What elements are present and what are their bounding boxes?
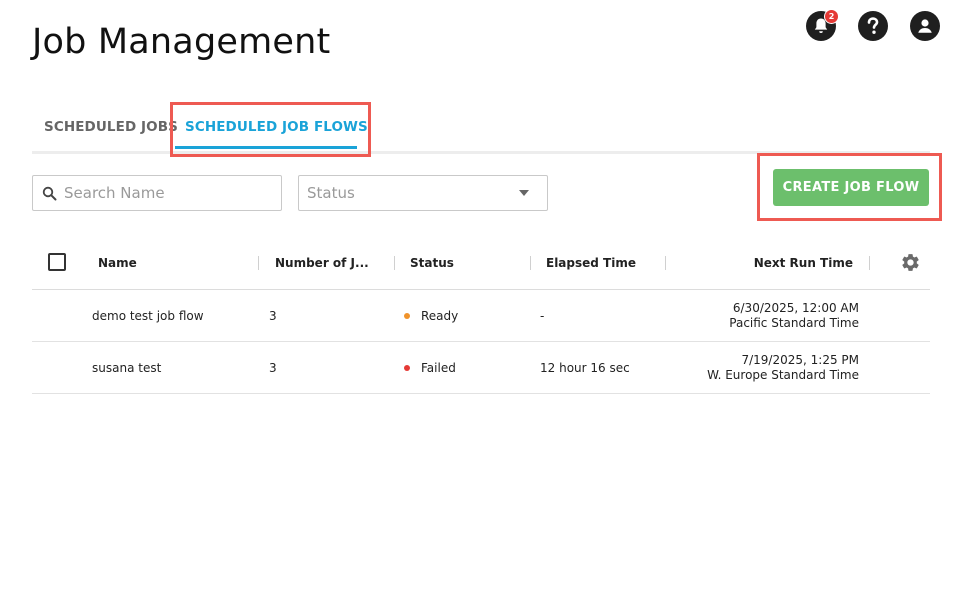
chevron-down-icon <box>519 190 529 196</box>
select-all-checkbox[interactable] <box>48 253 66 271</box>
column-header-elapsed-time[interactable]: Elapsed Time <box>546 236 636 290</box>
cell-name[interactable]: susana test <box>92 342 161 394</box>
bell-icon[interactable]: 2 <box>806 9 839 41</box>
gear-icon[interactable] <box>900 252 921 273</box>
column-header-next-run-time[interactable]: Next Run Time <box>754 236 853 290</box>
cell-next-run-time: 7/19/2025, 1:25 PM W. Europe Standard Ti… <box>707 342 859 394</box>
column-header-status[interactable]: Status <box>410 236 454 290</box>
cell-elapsed-time: 12 hour 16 sec <box>540 361 630 375</box>
next-run-timezone: Pacific Standard Time <box>729 316 859 330</box>
column-divider <box>394 256 395 270</box>
status-dot-icon <box>404 365 410 371</box>
cell-status: Ready <box>404 290 458 342</box>
search-icon <box>42 186 57 200</box>
tab-scheduled-jobs[interactable]: SCHEDULED JOBS <box>44 104 178 150</box>
column-header-number-of-jobs[interactable]: Number of J... <box>275 236 369 290</box>
status-label: Ready <box>421 309 459 323</box>
page-title: Job Management <box>32 22 331 62</box>
tab-highlight-box <box>170 102 371 157</box>
cell-number-of-jobs: 3 <box>269 361 277 375</box>
help-icon[interactable] <box>858 11 888 41</box>
column-header-name[interactable]: Name <box>98 236 137 290</box>
next-run-timezone: W. Europe Standard Time <box>707 368 859 382</box>
table-header: Name Number of J... Status Elapsed Time … <box>32 236 930 290</box>
table-row[interactable]: susana test 3 Failed 12 hour 16 sec 7/19… <box>32 342 930 394</box>
cell-name[interactable]: demo test job flow <box>92 290 204 342</box>
column-divider <box>530 256 531 270</box>
cell-next-run-time: 6/30/2025, 12:00 AM Pacific Standard Tim… <box>729 290 859 342</box>
column-divider <box>869 256 870 270</box>
search-field[interactable] <box>32 175 282 211</box>
status-dropdown[interactable]: Status <box>298 175 548 211</box>
search-input[interactable] <box>64 184 264 202</box>
status-dropdown-label: Status <box>307 184 355 202</box>
tab-bar: SCHEDULED JOBS SCHEDULED JOB FLOWS <box>32 104 930 154</box>
table-row[interactable]: demo test job flow 3 Ready - 6/30/2025, … <box>32 290 930 342</box>
next-run-date: 7/19/2025, 1:25 PM <box>741 353 859 367</box>
header-icons: 2 <box>806 9 940 41</box>
cell-status: Failed <box>404 342 456 394</box>
notification-badge: 2 <box>824 9 839 24</box>
cell-number-of-jobs: 3 <box>269 309 277 323</box>
status-label: Failed <box>421 361 456 375</box>
status-dot-icon <box>404 313 410 319</box>
create-button-highlight-box <box>757 153 942 221</box>
cell-elapsed-time: - <box>540 309 545 323</box>
job-flows-table: Name Number of J... Status Elapsed Time … <box>32 236 930 394</box>
column-divider <box>665 256 666 270</box>
next-run-date: 6/30/2025, 12:00 AM <box>732 301 859 315</box>
account-icon[interactable] <box>910 11 940 41</box>
column-divider <box>258 256 259 270</box>
